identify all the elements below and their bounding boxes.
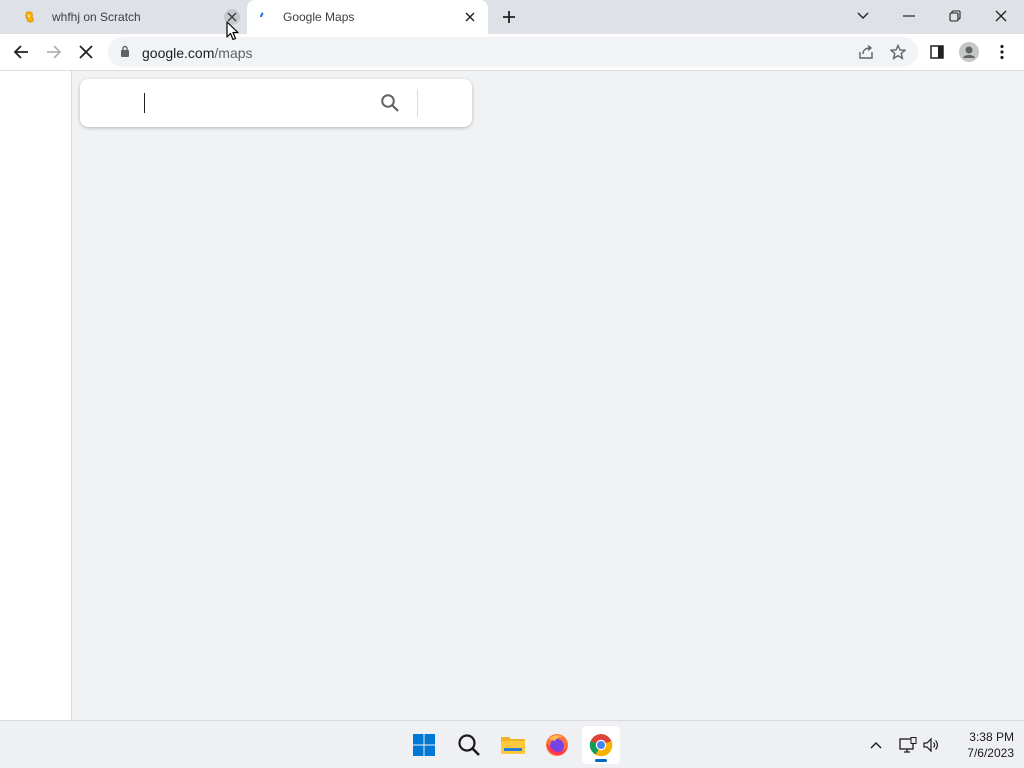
minimize-button[interactable] [886, 0, 932, 32]
profile-avatar-icon[interactable] [955, 38, 983, 66]
url-path: /maps [214, 45, 253, 61]
maps-side-rail [0, 71, 72, 720]
stop-loading-button[interactable] [72, 38, 100, 66]
tab-title: Google Maps [283, 10, 355, 24]
share-icon[interactable] [856, 42, 876, 62]
address-bar[interactable]: google.com/maps [108, 37, 918, 67]
chrome-menu-icon[interactable] [988, 38, 1016, 66]
clock-time: 3:38 PM [969, 730, 1014, 744]
back-button[interactable] [7, 38, 35, 66]
tab-close-icon[interactable] [462, 9, 478, 25]
chrome-icon[interactable] [582, 726, 620, 764]
tab-title: whfhj on Scratch [52, 10, 141, 24]
browser-toolbar: google.com/maps [0, 34, 1024, 71]
tab-scratch[interactable]: whfhj on Scratch [10, 0, 250, 34]
scratch-cat-icon [22, 9, 38, 25]
url-host: google.com [142, 45, 215, 61]
start-icon[interactable] [405, 726, 443, 764]
lock-icon[interactable] [120, 45, 130, 63]
show-hidden-icons-icon[interactable] [866, 735, 886, 755]
text-caret [144, 93, 145, 113]
bookmark-star-icon[interactable] [888, 42, 908, 62]
screen: whfhj on Scratch Google Maps google.com/… [0, 0, 1024, 768]
maps-search-input[interactable] [94, 89, 374, 117]
tab-search-button[interactable] [840, 0, 886, 32]
restore-button[interactable] [932, 0, 978, 32]
close-window-button[interactable] [978, 0, 1024, 32]
tab-strip: whfhj on Scratch Google Maps [0, 0, 1024, 34]
system-clock[interactable]: 3:38 PM 7/6/2023 [944, 729, 1014, 761]
tab-google-maps[interactable]: Google Maps [247, 0, 488, 34]
loading-spinner-icon [259, 9, 275, 25]
forward-button[interactable] [40, 38, 68, 66]
file-explorer-icon[interactable] [494, 726, 532, 764]
side-panel-button[interactable] [923, 38, 951, 66]
taskbar: 3:38 PM 7/6/2023 [0, 720, 1024, 768]
active-app-indicator [595, 759, 607, 762]
maps-search-box[interactable] [80, 79, 472, 127]
maps-page [0, 71, 1024, 720]
url-text: google.com/maps [142, 45, 253, 61]
firefox-icon[interactable] [538, 726, 576, 764]
clock-date: 7/6/2023 [967, 746, 1014, 760]
new-tab-button[interactable] [498, 6, 520, 28]
network-icon[interactable] [898, 735, 918, 755]
search-divider [417, 89, 418, 117]
search-icon[interactable] [378, 91, 402, 115]
volume-icon[interactable] [921, 735, 941, 755]
taskbar-search-icon[interactable] [450, 726, 488, 764]
mouse-pointer-icon [226, 21, 240, 41]
